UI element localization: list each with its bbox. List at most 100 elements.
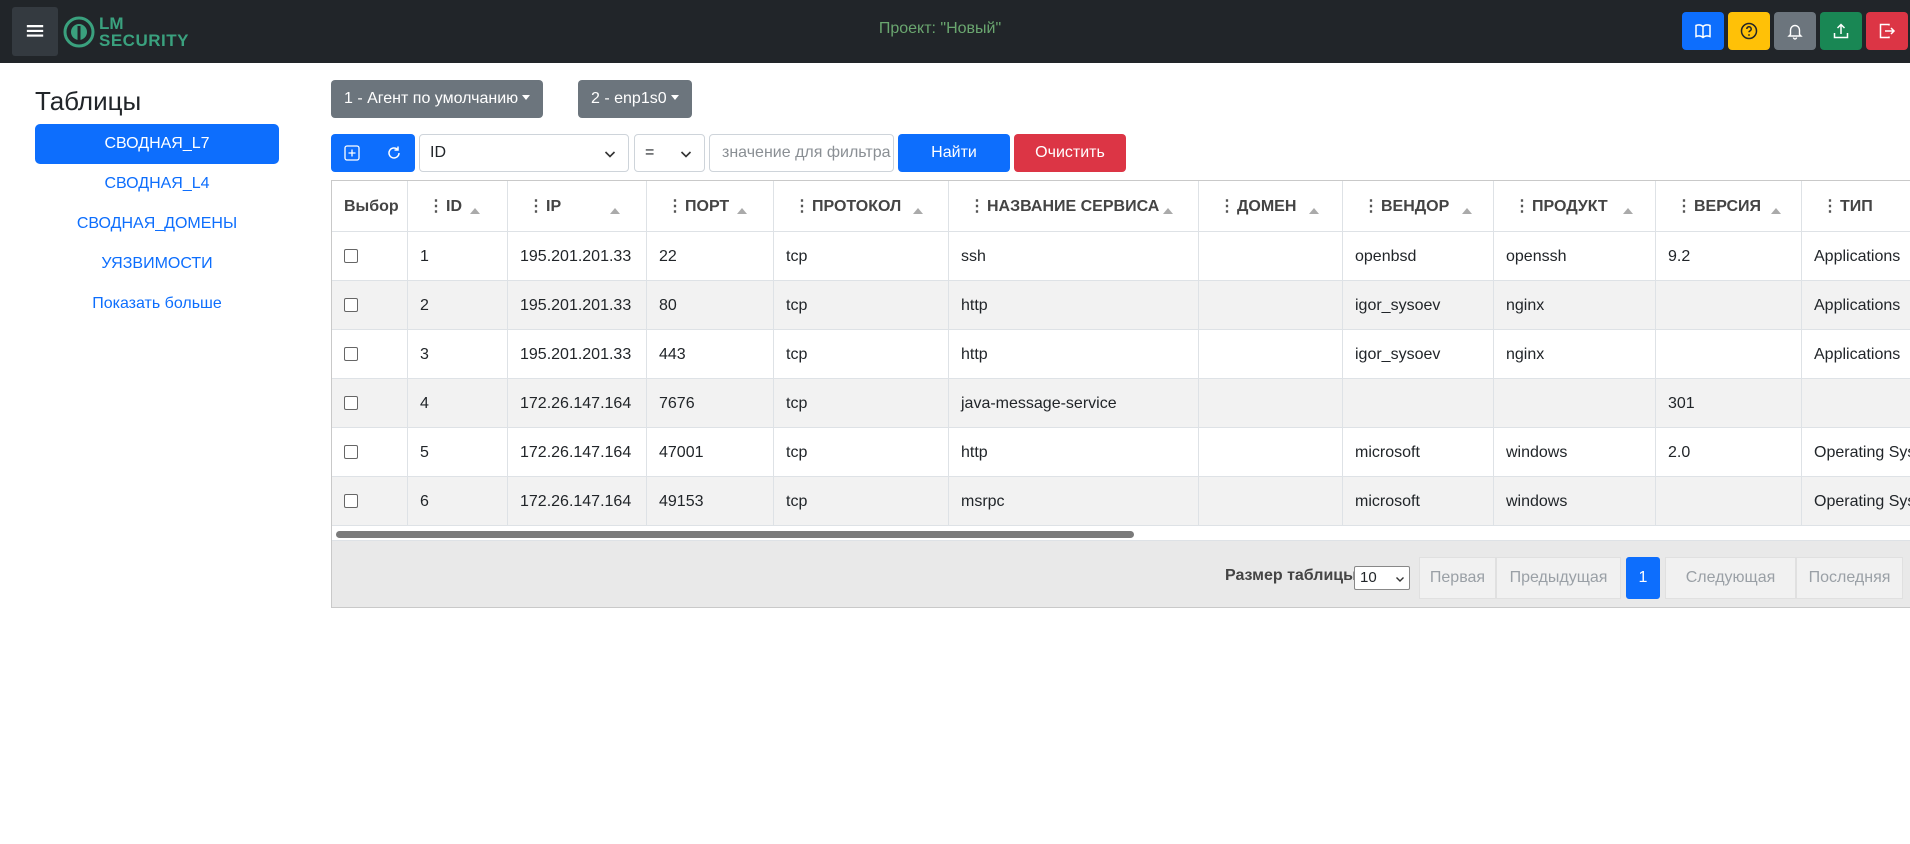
sort-asc-icon[interactable] [1462,208,1472,214]
cell-vendor: openbsd [1343,232,1494,281]
sort-asc-icon[interactable] [913,208,923,214]
cell-domain [1199,428,1343,477]
sidebar-item-vulnerabilities[interactable]: УЯЗВИМОСТИ [35,244,279,284]
caret-down-icon [522,95,531,100]
find-button[interactable]: Найти [898,134,1010,172]
column-menu-icon[interactable]: ⋮ [1676,181,1692,232]
sort-asc-icon[interactable] [1309,208,1319,214]
chevron-down-icon [680,151,692,158]
top-navbar: ≡ LM SECURITY Проект: "Новый" [0,0,1910,63]
column-header-protocol[interactable]: ⋮ ПРОТОКОЛ [774,181,949,232]
cell-select [332,477,408,526]
sort-asc-icon[interactable] [470,208,480,214]
table-row[interactable]: 6 172.26.147.164 49153 tcp msrpc microsoft win… [332,477,1910,526]
refresh-button[interactable] [373,134,415,172]
column-header-version[interactable]: ⋮ ВЕРСИЯ [1656,181,1802,232]
column-header-select: Выбор [332,181,408,232]
sort-asc-icon[interactable] [1163,208,1173,214]
sidebar-item-svodnaya-domains[interactable]: СВОДНАЯ_ДОМЕНЫ [35,204,279,244]
column-header-service-name[interactable]: ⋮ НАЗВАНИЕ СЕРВИСА [949,181,1199,232]
sort-asc-icon[interactable] [1771,208,1781,214]
cell-select [332,330,408,379]
column-header-port[interactable]: ⋮ ПОРТ [647,181,774,232]
pagination-last[interactable]: Последняя [1796,557,1903,599]
plus-square-icon [344,145,360,161]
cell-select [332,281,408,330]
table-tools-group [331,134,415,172]
cell-vendor: igor_sysoev [1343,281,1494,330]
row-checkbox[interactable] [344,445,358,459]
column-header-product[interactable]: ⋮ ПРОДУКТ [1494,181,1656,232]
table-row[interactable]: 4 172.26.147.164 7676 tcp java-message-servi… [332,379,1910,428]
cell-product: openssh [1494,232,1656,281]
pagination-page-1[interactable]: 1 [1626,557,1660,599]
cell-type [1802,379,1910,428]
logout-button[interactable] [1866,12,1908,50]
column-menu-icon[interactable]: ⋮ [794,181,810,232]
sort-asc-icon[interactable] [737,208,747,214]
cell-version: 2.0 [1656,428,1802,477]
cell-port: 22 [647,232,774,281]
table-row[interactable]: 5 172.26.147.164 47001 tcp http microsoft wind… [332,428,1910,477]
help-button[interactable] [1728,12,1770,50]
clear-button[interactable]: Очистить [1014,134,1126,172]
cell-domain [1199,477,1343,526]
cell-version [1656,281,1802,330]
row-checkbox[interactable] [344,396,358,410]
cell-service-name: http [949,330,1199,379]
pagination-prev[interactable]: Предыдущая [1496,557,1621,599]
cell-id: 6 [408,477,508,526]
cell-protocol: tcp [774,232,949,281]
column-menu-icon[interactable]: ⋮ [1822,181,1838,232]
column-menu-icon[interactable]: ⋮ [528,181,544,232]
filter-field-value: ID [430,144,446,161]
filter-value-input[interactable]: значение для фильтра [709,134,894,172]
filter-field-select[interactable]: ID [419,134,629,172]
column-header-domain[interactable]: ⋮ ДОМЕН [1199,181,1343,232]
sidebar-item-svodnaya-l4[interactable]: СВОДНАЯ_L4 [35,164,279,204]
filter-operator-select[interactable]: = [634,134,705,172]
row-checkbox[interactable] [344,298,358,312]
docs-button[interactable] [1682,12,1724,50]
cell-id: 5 [408,428,508,477]
cell-service-name: http [949,428,1199,477]
row-checkbox[interactable] [344,347,358,361]
horizontal-scrollbar[interactable] [336,531,1134,538]
sidebar-item-svodnaya-l7[interactable]: СВОДНАЯ_L7 [35,124,279,164]
column-menu-icon[interactable]: ⋮ [969,181,985,232]
page-size-select[interactable]: 10 [1354,566,1410,590]
pagination-next[interactable]: Следующая [1665,557,1796,599]
cell-ip: 195.201.201.33 [508,232,647,281]
cell-service-name: java-message-service [949,379,1199,428]
cell-select [332,428,408,477]
row-checkbox[interactable] [344,494,358,508]
table-header: Выбор ⋮ ID ⋮ IP ⋮ ПОРТ ⋮ ПРОТОКОЛ ⋮ НАЗВАНИЕ … [332,181,1910,232]
column-menu-icon[interactable]: ⋮ [667,181,683,232]
agent-dropdown[interactable]: 1 - Агент по умолчанию [331,80,544,118]
column-header-ip[interactable]: ⋮ IP [508,181,647,232]
sidebar-item-show-more[interactable]: Показать больше [35,284,279,324]
column-menu-icon[interactable]: ⋮ [1219,181,1235,232]
add-column-button[interactable] [331,134,373,172]
table-row[interactable]: 3 195.201.201.33 443 tcp http igor_sysoev ngin… [332,330,1910,379]
interface-dropdown[interactable]: 2 - enp1s0 [578,80,692,118]
table-row[interactable]: 2 195.201.201.33 80 tcp http igor_sysoev nginx… [332,281,1910,330]
cell-protocol: tcp [774,428,949,477]
column-header-vendor[interactable]: ⋮ ВЕНДОР [1343,181,1494,232]
cell-type: Operating Systems [1814,493,1910,510]
upload-icon [1833,23,1849,39]
column-header-type[interactable]: ⋮ ТИП [1802,181,1910,232]
column-menu-icon[interactable]: ⋮ [1363,181,1379,232]
cell-port: 80 [647,281,774,330]
sort-asc-icon[interactable] [1623,208,1633,214]
column-menu-icon[interactable]: ⋮ [1514,181,1530,232]
row-checkbox[interactable] [344,249,358,263]
table-row[interactable]: 1 195.201.201.33 22 tcp ssh openbsd openssh 9.2… [332,232,1910,281]
sort-asc-icon[interactable] [610,208,620,214]
column-header-id[interactable]: ⋮ ID [408,181,508,232]
notifications-button[interactable] [1774,12,1816,50]
column-menu-icon[interactable]: ⋮ [428,181,444,232]
pagination-first[interactable]: Первая [1419,557,1496,599]
page-size-value: 10 [1360,569,1377,586]
upload-button[interactable] [1820,12,1862,50]
